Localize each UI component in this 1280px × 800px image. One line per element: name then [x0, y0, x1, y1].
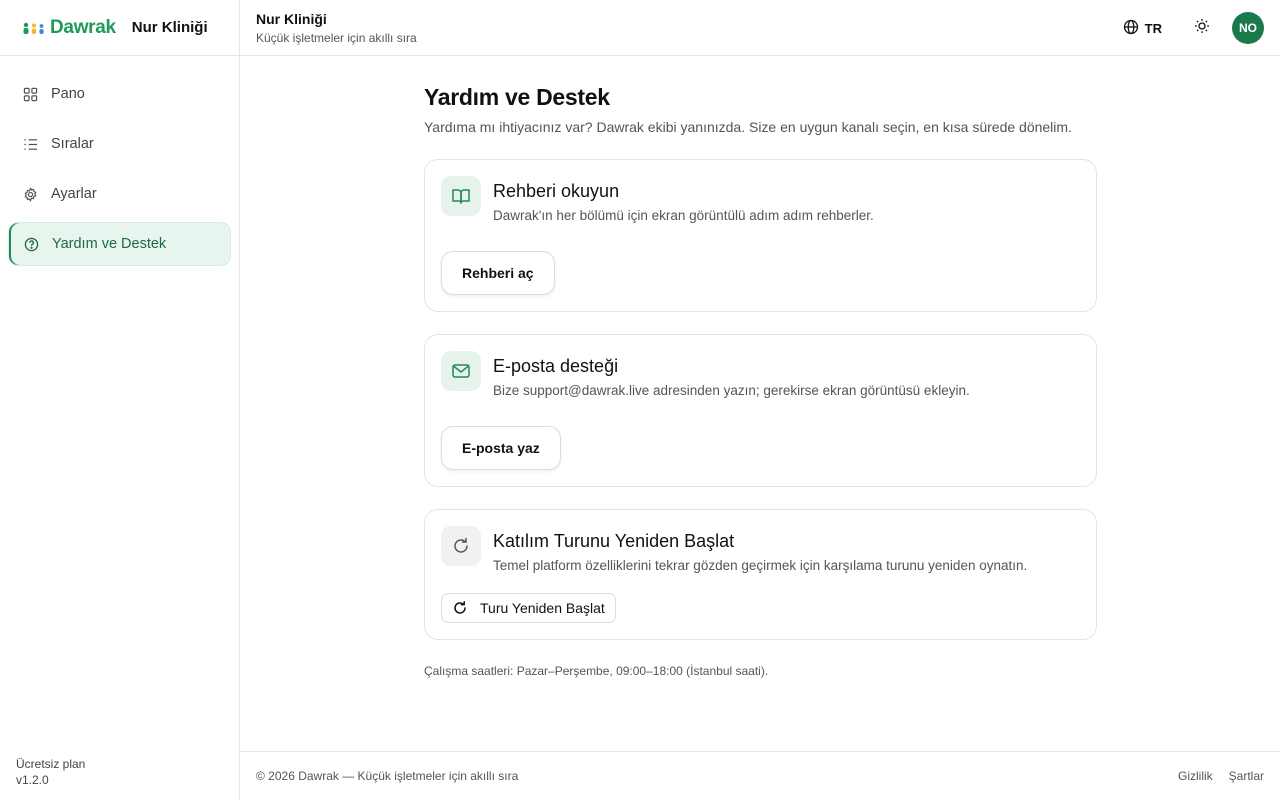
page-title: Nur Kliniği [256, 11, 327, 27]
plan-info: Ücretsiz plan v1.2.0 [16, 756, 85, 788]
globe-icon [1123, 19, 1139, 38]
sidebar-item-label: Pano [51, 86, 85, 102]
logo[interactable]: Dawrak [22, 17, 116, 39]
sun-icon [1194, 18, 1210, 39]
copyright: © 2026 Dawrak — Küçük işletmeler için ak… [256, 769, 519, 783]
logo-mark-icon [22, 21, 46, 35]
section-lead: Yardıma mı ihtiyacınız var? Dawrak ekibi… [424, 119, 1072, 135]
write-email-button[interactable]: E-posta yaz [441, 426, 561, 470]
gear-icon [22, 186, 38, 202]
footer-links: Gizlilik Şartlar [1178, 769, 1264, 783]
sidebar-item-siralar[interactable]: Sıralar [8, 122, 231, 166]
sidebar: Dawrak Nur Kliniği Pano Sıralar Ayarlar … [0, 0, 240, 800]
theme-toggle[interactable] [1192, 18, 1212, 38]
restart-tour-button[interactable]: Turu Yeniden Başlat [441, 593, 616, 623]
top-actions: TR NO [1123, 12, 1264, 44]
grid-icon [22, 86, 38, 102]
sidebar-item-label: Yardım ve Destek [52, 236, 167, 252]
page-subtitle: Küçük işletmeler için akıllı sıra [256, 31, 417, 45]
brand-header: Dawrak Nur Kliniği [0, 0, 239, 56]
version-label: v1.2.0 [16, 773, 49, 787]
card-description: Dawrak'ın her bölümü için ekran görüntül… [493, 208, 874, 223]
sidebar-item-label: Ayarlar [51, 186, 97, 202]
logo-text: Dawrak [50, 16, 116, 38]
card-title: Katılım Turunu Yeniden Başlat [493, 531, 735, 551]
section-title: Yardım ve Destek [424, 84, 610, 110]
sidebar-nav: Pano Sıralar Ayarlar Yardım ve Destek [0, 56, 239, 266]
footer: © 2026 Dawrak — Küçük işletmeler için ak… [240, 751, 1280, 800]
restart-tour-label: Turu Yeniden Başlat [480, 600, 605, 616]
card-description: Bize support@dawrak.live adresinden yazı… [493, 383, 970, 398]
card-guide: Rehberi okuyun Dawrak'ın her bölümü için… [424, 159, 1097, 312]
privacy-link[interactable]: Gizlilik [1178, 769, 1213, 783]
help-circle-icon [23, 236, 39, 252]
avatar[interactable]: NO [1232, 12, 1264, 44]
card-title: Rehberi okuyun [493, 181, 620, 201]
sidebar-item-label: Sıralar [51, 136, 94, 152]
business-name: Nur Kliniği [131, 19, 208, 36]
sidebar-item-ayarlar[interactable]: Ayarlar [8, 172, 231, 216]
mail-icon [441, 351, 481, 391]
terms-link[interactable]: Şartlar [1229, 769, 1264, 783]
card-title: E-posta desteği [493, 356, 619, 376]
sidebar-item-pano[interactable]: Pano [8, 72, 231, 116]
list-icon [22, 136, 38, 152]
main-content: Yardım ve Destek Yardıma mı ihtiyacınız … [424, 56, 1097, 678]
refresh-icon [452, 600, 468, 616]
topbar: Nur Kliniği Küçük işletmeler için akıllı… [240, 0, 1280, 56]
language-switcher[interactable]: TR [1123, 19, 1162, 38]
working-hours: Çalışma saatleri: Pazar–Perşembe, 09:00–… [424, 664, 769, 678]
open-guide-button[interactable]: Rehberi aç [441, 251, 555, 295]
plan-label: Ücretsiz plan [16, 757, 86, 771]
card-email: E-posta desteği Bize support@dawrak.live… [424, 334, 1097, 487]
language-label: TR [1144, 20, 1162, 36]
card-tour: Katılım Turunu Yeniden Başlat Temel plat… [424, 509, 1097, 640]
book-icon [441, 176, 481, 216]
refresh-icon [441, 526, 481, 566]
sidebar-item-yardim[interactable]: Yardım ve Destek [8, 222, 231, 266]
card-description: Temel platform özelliklerini tekrar gözd… [493, 558, 1028, 573]
